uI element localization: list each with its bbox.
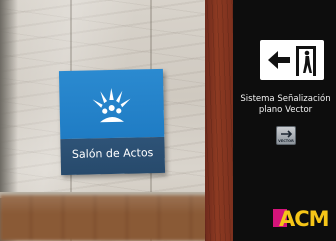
emergency-exit-arrow-icon bbox=[268, 46, 316, 76]
wood-column bbox=[205, 0, 235, 241]
exit-sign bbox=[260, 40, 324, 80]
panel-title-line2: plano Vector bbox=[258, 105, 313, 115]
conference-hall-icon bbox=[92, 88, 131, 123]
wood-floor bbox=[0, 195, 210, 241]
room-sign: Salón de Actos bbox=[58, 68, 166, 176]
acm-logo-text: ACM bbox=[279, 207, 329, 229]
room-sign-pictogram-area bbox=[58, 68, 165, 140]
photo-scene: Sistema Señalización plano Vector VECTOR… bbox=[0, 0, 336, 241]
vector-logo-label: VECTOR bbox=[278, 139, 294, 143]
panel-title-line1: Sistema Señalización bbox=[240, 94, 331, 104]
acm-logo: ACM bbox=[273, 203, 336, 231]
room-sign-label: Salón de Actos bbox=[71, 146, 154, 161]
vector-logo: VECTOR bbox=[276, 126, 296, 145]
